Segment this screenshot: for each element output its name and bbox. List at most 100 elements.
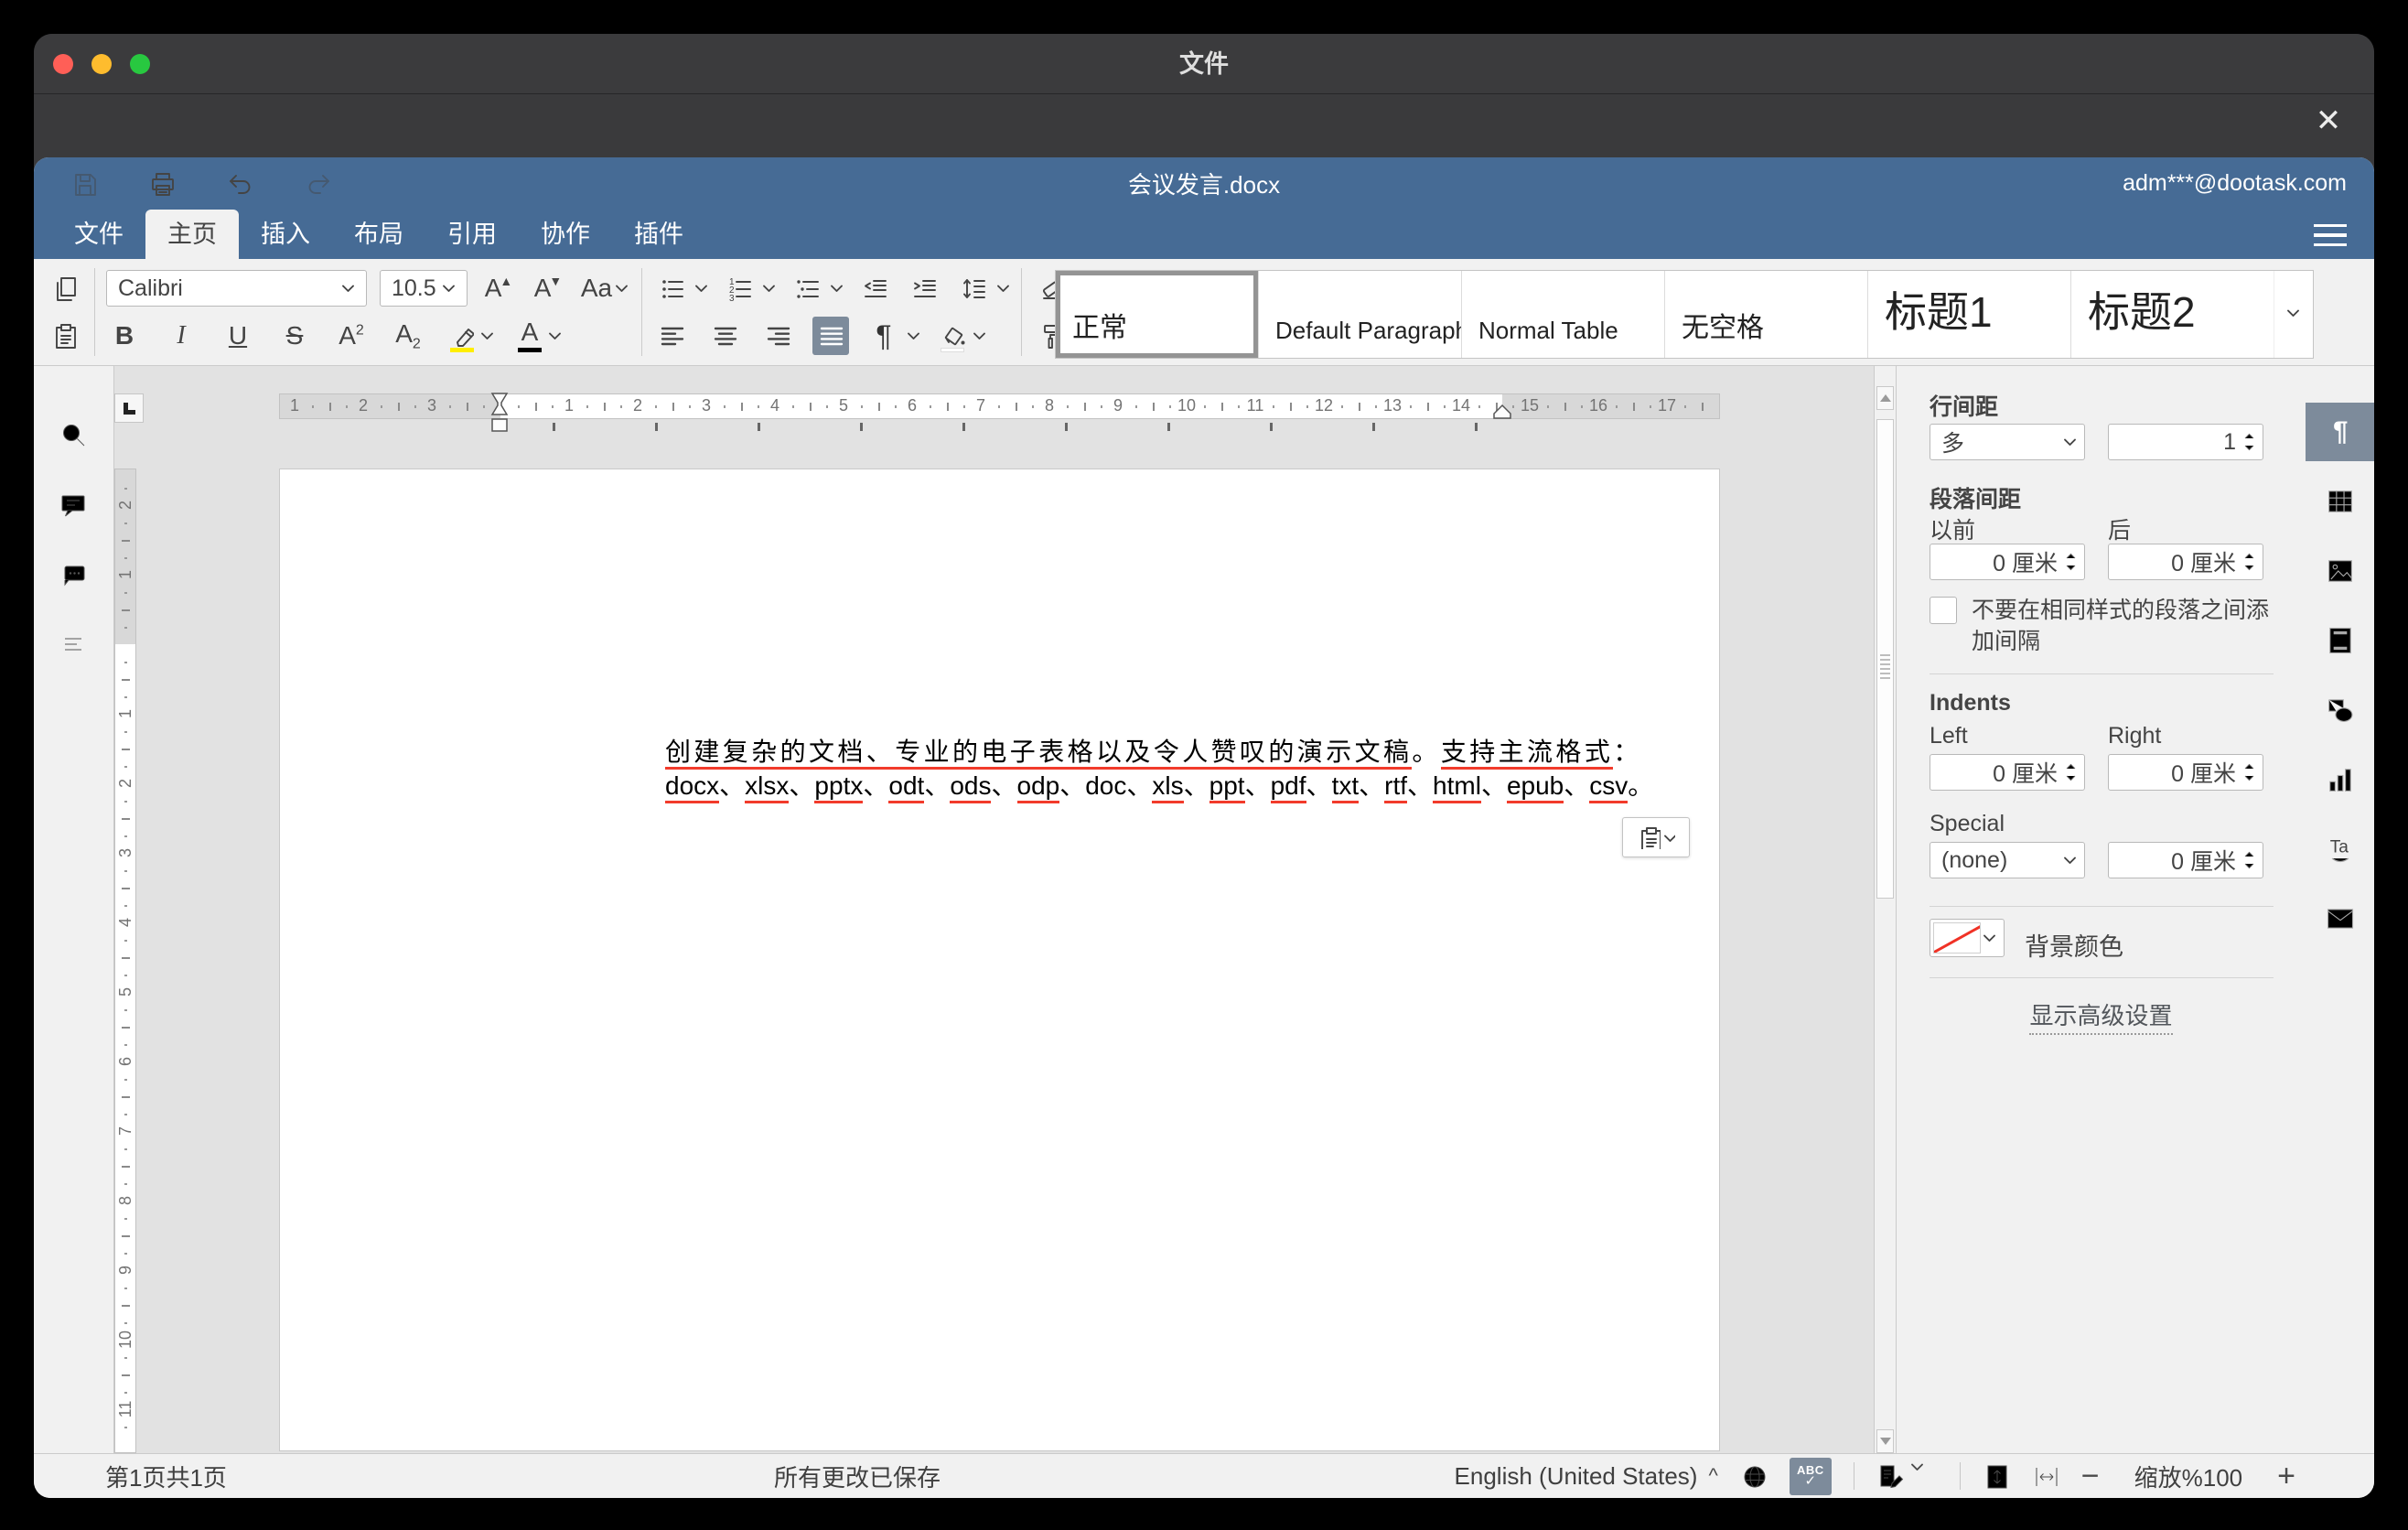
comments-icon[interactable]	[59, 490, 90, 522]
numbering-icon[interactable]	[721, 269, 758, 307]
line-spacing-amount-input[interactable]: 1	[2108, 424, 2263, 460]
paste-options-button[interactable]	[1622, 817, 1690, 857]
strikethrough-icon[interactable]: S	[276, 317, 313, 355]
zoom-level: 缩放%100	[2134, 1460, 2243, 1493]
style-default-paragraph[interactable]: Default Paragraph	[1259, 271, 1462, 358]
font-color-icon[interactable]: A	[514, 318, 545, 354]
header-footer-settings-icon[interactable]	[2306, 611, 2374, 670]
style-heading1[interactable]: 标题1	[1868, 271, 2071, 358]
image-settings-icon[interactable]	[2306, 542, 2374, 600]
view-settings-icon[interactable]	[2314, 224, 2347, 247]
track-changes-icon[interactable]	[1876, 1462, 1904, 1490]
scrollbar-thumb[interactable]	[1876, 419, 1894, 899]
paste-icon[interactable]	[47, 317, 83, 355]
tab-references[interactable]: 引用	[425, 210, 519, 259]
align-center-icon[interactable]	[706, 317, 743, 355]
tab-stop-selector[interactable]	[114, 393, 144, 423]
chart-settings-icon[interactable]	[2306, 750, 2374, 809]
scroll-up-icon[interactable]	[1876, 386, 1894, 410]
line-spacing-select[interactable]: 多	[1930, 424, 2085, 460]
zoom-out-button[interactable]: −	[2081, 1462, 2100, 1490]
style-no-spacing[interactable]: 无空格	[1665, 271, 1868, 358]
tab-layout[interactable]: 布局	[332, 210, 425, 259]
align-left-icon[interactable]	[653, 317, 690, 355]
style-normal-table[interactable]: Normal Table	[1462, 271, 1665, 358]
superscript-icon[interactable]: A2	[333, 317, 370, 355]
set-language-globe-icon[interactable]	[1740, 1462, 1768, 1490]
underline-icon[interactable]: U	[220, 317, 256, 355]
table-settings-icon[interactable]	[2306, 472, 2374, 531]
indent-marker-right[interactable]	[1492, 404, 1512, 420]
tab-home[interactable]: 主页	[145, 210, 239, 259]
nonprinting-chevron-icon[interactable]	[907, 331, 920, 341]
decrease-font-icon[interactable]: A▼	[530, 269, 566, 307]
styles-gallery-expand-icon[interactable]	[2274, 271, 2313, 358]
chat-icon[interactable]	[59, 560, 90, 591]
spacing-before-input[interactable]: 0 厘米	[1930, 544, 2085, 580]
change-case-icon[interactable]: Aa	[579, 269, 630, 307]
font-name-select[interactable]: Calibri	[106, 270, 367, 307]
style-normal[interactable]: 正常	[1056, 271, 1259, 358]
align-justify-icon[interactable]	[812, 317, 849, 355]
shading-chevron-icon[interactable]	[973, 331, 986, 341]
scroll-down-icon[interactable]	[1876, 1429, 1894, 1453]
redo-icon[interactable]	[304, 170, 331, 198]
fit-width-icon[interactable]	[2032, 1462, 2059, 1490]
bullets-chevron-icon[interactable]	[694, 284, 708, 294]
bullets-icon[interactable]	[653, 269, 690, 307]
fit-page-icon[interactable]	[1983, 1462, 2010, 1490]
nonprinting-characters-icon[interactable]: ¶	[865, 317, 902, 355]
spellcheck-icon[interactable]: ABC✓	[1790, 1458, 1832, 1495]
print-icon[interactable]	[148, 170, 176, 198]
special-select[interactable]: (none)	[1930, 842, 2085, 878]
vertical-ruler[interactable]: 211234567891011	[114, 469, 136, 1453]
indent-left-input[interactable]: 0 厘米	[1930, 754, 2085, 791]
textart-settings-icon[interactable]	[2306, 820, 2374, 878]
background-color-picker[interactable]	[1930, 919, 2005, 957]
undo-icon[interactable]	[226, 170, 253, 198]
align-right-icon[interactable]	[759, 317, 796, 355]
zoom-in-button[interactable]: +	[2277, 1462, 2295, 1490]
copy-icon[interactable]	[47, 269, 83, 307]
language-selector[interactable]: English (United States)	[1455, 1462, 1698, 1491]
highlight-color-icon[interactable]	[446, 318, 478, 354]
spacing-after-input[interactable]: 0 厘米	[2108, 544, 2263, 580]
close-icon[interactable]: ✕	[2308, 101, 2349, 141]
multilevel-list-icon[interactable]	[789, 269, 825, 307]
bold-icon[interactable]: B	[106, 317, 143, 355]
shape-settings-icon[interactable]	[2306, 681, 2374, 739]
font-color-chevron-icon[interactable]	[548, 331, 562, 341]
special-amount-input[interactable]: 0 厘米	[2108, 842, 2263, 878]
indent-right-input[interactable]: 0 厘米	[2108, 754, 2263, 791]
vertical-scrollbar[interactable]	[1874, 366, 1896, 1453]
search-icon[interactable]	[59, 421, 90, 452]
show-advanced-settings-link[interactable]: 显示高级设置	[1897, 997, 2306, 1031]
line-spacing-chevron-icon[interactable]	[996, 284, 1010, 294]
tab-collaboration[interactable]: 协作	[519, 210, 612, 259]
decrease-indent-icon[interactable]	[856, 269, 893, 307]
paragraph-settings-icon[interactable]: ¶	[2306, 403, 2374, 461]
tab-file[interactable]: 文件	[52, 210, 145, 259]
document-page[interactable]: 创建复杂的文档、专业的电子表格以及令人赞叹的演示文稿。支持主流格式： docx、…	[279, 469, 1720, 1451]
tab-insert[interactable]: 插入	[239, 210, 332, 259]
no-spacing-between-checkbox[interactable]	[1930, 597, 1957, 624]
italic-icon[interactable]: I	[163, 317, 199, 355]
dialog-header: ✕	[34, 95, 2374, 157]
tab-plugins[interactable]: 插件	[612, 210, 705, 259]
track-changes-chevron-icon[interactable]	[1910, 1462, 1938, 1490]
style-heading2[interactable]: 标题2	[2071, 271, 2274, 358]
page-info[interactable]: 第1页共1页	[105, 1460, 227, 1493]
highlight-color-chevron-icon[interactable]	[480, 331, 494, 341]
font-size-select[interactable]: 10.5	[380, 270, 468, 307]
shading-icon[interactable]	[937, 318, 968, 354]
increase-font-icon[interactable]: A▲	[480, 269, 517, 307]
indent-marker-left[interactable]	[490, 392, 509, 436]
mail-merge-settings-icon[interactable]	[2306, 889, 2374, 948]
navigation-icon[interactable]	[59, 630, 90, 661]
multilevel-chevron-icon[interactable]	[830, 284, 844, 294]
increase-indent-icon[interactable]	[906, 269, 942, 307]
line-spacing-icon[interactable]	[955, 269, 992, 307]
subscript-icon[interactable]: A2	[390, 317, 426, 355]
numbering-chevron-icon[interactable]	[762, 284, 776, 294]
save-icon[interactable]	[70, 170, 98, 198]
